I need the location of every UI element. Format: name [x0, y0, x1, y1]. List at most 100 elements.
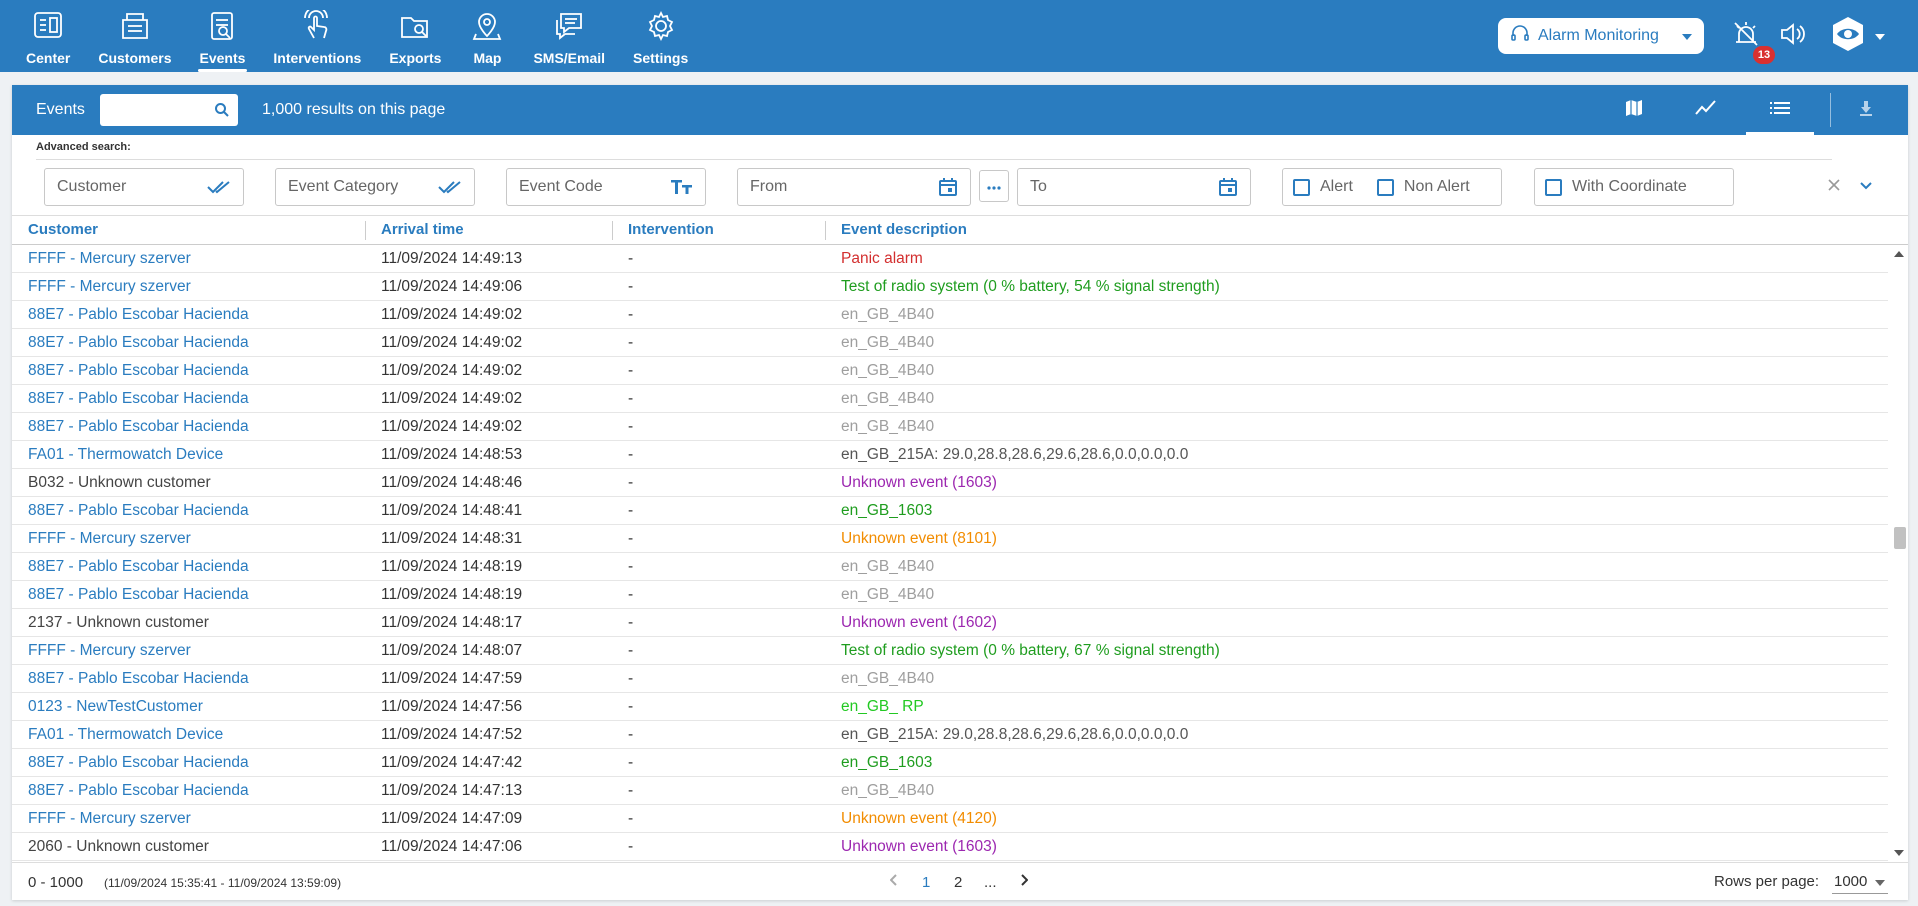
- customer-cell[interactable]: FFFF - Mercury szerver: [28, 805, 191, 832]
- account-caret[interactable]: [1872, 18, 1888, 54]
- date-range-options-button[interactable]: [979, 170, 1009, 202]
- table-row[interactable]: 88E7 - Pablo Escobar Hacienda 11/09/2024 …: [12, 413, 1888, 441]
- table-row[interactable]: 88E7 - Pablo Escobar Hacienda 11/09/2024 …: [12, 749, 1888, 777]
- rows-per-page-label: Rows per page:: [1714, 873, 1820, 890]
- page-ellipsis[interactable]: ...: [984, 874, 997, 891]
- chevron-right-icon: [1020, 873, 1029, 890]
- headset-icon: [1510, 24, 1530, 49]
- event-category-filter[interactable]: Event Category: [275, 168, 475, 206]
- customer-filter[interactable]: Customer: [44, 168, 244, 206]
- table-row[interactable]: 88E7 - Pablo Escobar Hacienda 11/09/2024 …: [12, 553, 1888, 581]
- customer-cell[interactable]: FA01 - Thermowatch Device: [28, 441, 223, 468]
- sound-button[interactable]: [1774, 18, 1810, 54]
- table-row[interactable]: FA01 - Thermowatch Device 11/09/2024 14:4…: [12, 441, 1888, 469]
- with-coordinate-checkbox[interactable]: [1545, 178, 1562, 196]
- customer-cell[interactable]: FFFF - Mercury szerver: [28, 273, 191, 300]
- scrollbar-thumb[interactable]: [1894, 527, 1906, 549]
- page-2-button[interactable]: 2: [954, 874, 962, 891]
- clear-filters-button[interactable]: [1822, 175, 1846, 199]
- map-view-button[interactable]: [1616, 94, 1652, 126]
- to-date-field[interactable]: To: [1017, 168, 1251, 206]
- customer-cell[interactable]: 88E7 - Pablo Escobar Hacienda: [28, 777, 249, 804]
- customer-cell[interactable]: 0123 - NewTestCustomer: [28, 693, 203, 720]
- customer-cell[interactable]: 88E7 - Pablo Escobar Hacienda: [28, 749, 249, 776]
- nav-exports[interactable]: Exports: [375, 0, 455, 72]
- customer-cell[interactable]: 2137 - Unknown customer: [28, 609, 209, 636]
- account-menu[interactable]: [1826, 16, 1870, 54]
- customer-cell[interactable]: 88E7 - Pablo Escobar Hacienda: [28, 413, 249, 440]
- from-date-field[interactable]: From: [737, 168, 971, 206]
- column-header-intervention[interactable]: Intervention: [628, 216, 714, 244]
- table-row[interactable]: FA01 - Thermowatch Device 11/09/2024 14:4…: [12, 721, 1888, 749]
- table-row[interactable]: 88E7 - Pablo Escobar Hacienda 11/09/2024 …: [12, 329, 1888, 357]
- column-header-customer[interactable]: Customer: [28, 216, 98, 244]
- table-row[interactable]: 88E7 - Pablo Escobar Hacienda 11/09/2024 …: [12, 777, 1888, 805]
- chart-view-button[interactable]: [1688, 94, 1724, 126]
- table-row[interactable]: B032 - Unknown customer 11/09/2024 14:48:…: [12, 469, 1888, 497]
- column-divider: [365, 221, 366, 240]
- table-row[interactable]: 88E7 - Pablo Escobar Hacienda 11/09/2024 …: [12, 581, 1888, 609]
- nav-events[interactable]: Events: [186, 0, 260, 72]
- page-1-button[interactable]: 1: [922, 874, 930, 891]
- table-row[interactable]: 88E7 - Pablo Escobar Hacienda 11/09/2024 …: [12, 385, 1888, 413]
- customer-cell[interactable]: FFFF - Mercury szerver: [28, 245, 191, 272]
- table-row[interactable]: 88E7 - Pablo Escobar Hacienda 11/09/2024 …: [12, 665, 1888, 693]
- customer-cell[interactable]: 88E7 - Pablo Escobar Hacienda: [28, 581, 249, 608]
- arrival-time-cell: 11/09/2024 14:48:46: [381, 474, 523, 491]
- download-icon: [1858, 99, 1874, 122]
- scroll-up-icon[interactable]: [1894, 249, 1904, 259]
- nav-sms-email[interactable]: SMS/Email: [519, 0, 619, 72]
- customer-cell[interactable]: FFFF - Mercury szerver: [28, 525, 191, 552]
- next-page-button[interactable]: [1014, 871, 1034, 891]
- intervention-cell: -: [628, 754, 634, 771]
- previous-page-button[interactable]: [884, 871, 904, 891]
- event-description-cell: en_GB_4B40: [841, 670, 935, 687]
- volume-icon: [1778, 20, 1806, 53]
- table-row[interactable]: 88E7 - Pablo Escobar Hacienda 11/09/2024 …: [12, 357, 1888, 385]
- table-row[interactable]: 88E7 - Pablo Escobar Hacienda 11/09/2024 …: [12, 497, 1888, 525]
- nav-map[interactable]: Map: [455, 0, 519, 72]
- table-row[interactable]: FFFF - Mercury szerver 11/09/2024 14:48:3…: [12, 525, 1888, 553]
- customer-cell[interactable]: 88E7 - Pablo Escobar Hacienda: [28, 357, 249, 384]
- table-row[interactable]: FFFF - Mercury szerver 11/09/2024 14:48:0…: [12, 637, 1888, 665]
- table-row[interactable]: 2060 - Unknown customer 11/09/2024 14:47:…: [12, 833, 1888, 861]
- scroll-down-icon[interactable]: [1894, 848, 1904, 858]
- column-header-event-description[interactable]: Event description: [841, 216, 967, 244]
- non-alert-checkbox[interactable]: [1376, 178, 1394, 196]
- column-header-arrival-time[interactable]: Arrival time: [381, 216, 464, 244]
- collapse-filters-button[interactable]: [1854, 175, 1878, 199]
- nav-customers[interactable]: Customers: [84, 0, 185, 72]
- intervention-cell: -: [628, 362, 634, 379]
- customer-cell[interactable]: 88E7 - Pablo Escobar Hacienda: [28, 385, 249, 412]
- table-row[interactable]: FFFF - Mercury szerver 11/09/2024 14:49:0…: [12, 273, 1888, 301]
- event-code-filter[interactable]: Event Code: [506, 168, 706, 206]
- customer-cell[interactable]: B032 - Unknown customer: [28, 469, 211, 496]
- table-row[interactable]: 2137 - Unknown customer 11/09/2024 14:48:…: [12, 609, 1888, 637]
- nav-interventions[interactable]: Interventions: [259, 0, 375, 72]
- customer-cell[interactable]: 88E7 - Pablo Escobar Hacienda: [28, 553, 249, 580]
- download-button[interactable]: [1848, 94, 1884, 126]
- customer-cell[interactable]: 88E7 - Pablo Escobar Hacienda: [28, 665, 249, 692]
- table-row[interactable]: FFFF - Mercury szerver 11/09/2024 14:49:1…: [12, 245, 1888, 273]
- search-input[interactable]: [100, 94, 200, 126]
- customer-cell[interactable]: 88E7 - Pablo Escobar Hacienda: [28, 497, 249, 524]
- nav-settings[interactable]: Settings: [619, 0, 702, 72]
- table-row[interactable]: 0123 - NewTestCustomer 11/09/2024 14:47:5…: [12, 693, 1888, 721]
- calendar-icon[interactable]: [938, 177, 958, 197]
- rows-per-page-select[interactable]: 1000: [1832, 870, 1888, 894]
- calendar-icon[interactable]: [1218, 177, 1238, 197]
- table-scrollbar[interactable]: [1890, 245, 1908, 862]
- search-icon[interactable]: [214, 102, 230, 123]
- customer-cell[interactable]: FFFF - Mercury szerver: [28, 637, 191, 664]
- alarm-monitoring-select[interactable]: Alarm Monitoring: [1498, 18, 1704, 54]
- alert-checkbox[interactable]: [1293, 178, 1310, 196]
- customer-cell[interactable]: 2060 - Unknown customer: [28, 833, 209, 860]
- table-row[interactable]: FFFF - Mercury szerver 11/09/2024 14:47:0…: [12, 805, 1888, 833]
- customer-cell[interactable]: 88E7 - Pablo Escobar Hacienda: [28, 329, 249, 356]
- nav-center[interactable]: Center: [12, 0, 84, 72]
- list-view-button[interactable]: [1746, 94, 1814, 135]
- customer-cell[interactable]: FA01 - Thermowatch Device: [28, 721, 223, 748]
- table-row[interactable]: 88E7 - Pablo Escobar Hacienda 11/09/2024 …: [12, 301, 1888, 329]
- intervention-cell: -: [628, 614, 634, 631]
- customer-cell[interactable]: 88E7 - Pablo Escobar Hacienda: [28, 301, 249, 328]
